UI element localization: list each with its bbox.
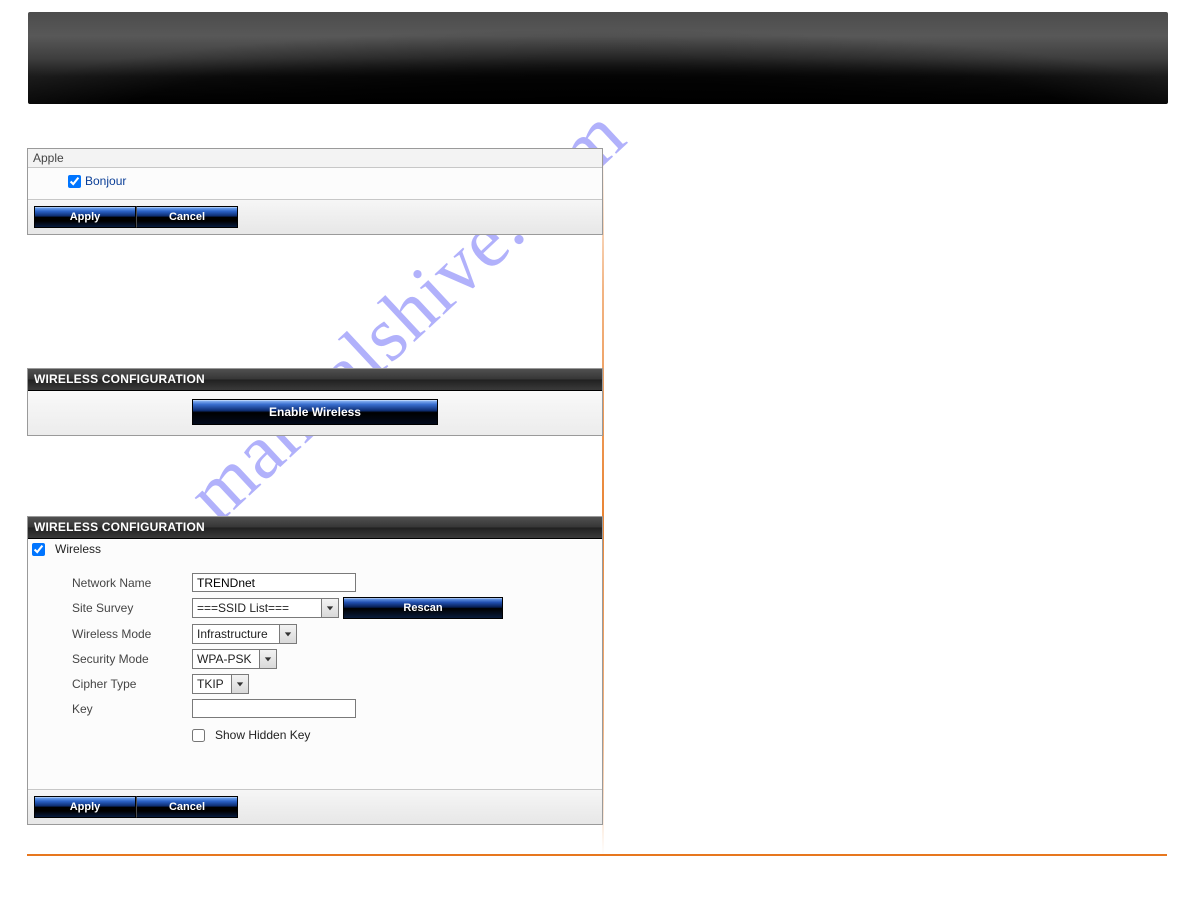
network-name-input[interactable] <box>192 573 356 592</box>
label-security-mode: Security Mode <box>36 652 192 666</box>
apply-button[interactable]: Apply <box>34 796 136 818</box>
cipher-type-select[interactable]: TKIP <box>192 674 249 694</box>
apple-button-bar: Apply Cancel <box>28 199 602 234</box>
row-site-survey: Site Survey ===SSID List=== Rescan <box>36 597 594 619</box>
apply-button[interactable]: Apply <box>34 206 136 228</box>
wireless-checkbox[interactable] <box>32 543 45 556</box>
footer-rule <box>27 854 1167 856</box>
security-mode-select[interactable]: WPA-PSK <box>192 649 277 669</box>
chevron-down-icon <box>259 650 276 668</box>
cancel-button[interactable]: Cancel <box>136 206 238 228</box>
wireless-config-header: WIRELESS CONFIGURATION <box>28 517 602 539</box>
row-cipher-type: Cipher Type TKIP <box>36 674 594 694</box>
bonjour-checkbox[interactable] <box>68 175 81 188</box>
label-network-name: Network Name <box>36 576 192 590</box>
chevron-down-icon <box>321 599 338 617</box>
wireless-mode-selected: Infrastructure <box>193 627 279 641</box>
wireless-toggle-panel: WIRELESS CONFIGURATION Enable Wireless <box>27 368 603 436</box>
wireless-mode-select[interactable]: Infrastructure <box>192 624 297 644</box>
wireless-button-bar: Apply Cancel <box>28 789 602 824</box>
rescan-button[interactable]: Rescan <box>343 597 503 619</box>
enable-wireless-button[interactable]: Enable Wireless <box>192 399 438 425</box>
wireless-toggle-body: Enable Wireless <box>28 391 602 435</box>
bonjour-checkbox-row: Bonjour <box>68 174 126 188</box>
ssid-list-selected: ===SSID List=== <box>193 601 321 615</box>
bonjour-checkbox-label: Bonjour <box>85 174 126 188</box>
top-banner <box>28 12 1168 104</box>
security-mode-selected: WPA-PSK <box>193 652 259 666</box>
wireless-checkbox-row: Wireless <box>28 539 602 562</box>
chevron-down-icon <box>279 625 296 643</box>
show-hidden-key-label: Show Hidden Key <box>215 728 310 742</box>
row-key: Key <box>36 699 594 718</box>
label-cipher-type: Cipher Type <box>36 677 192 691</box>
ssid-list-select[interactable]: ===SSID List=== <box>192 598 339 618</box>
row-show-hidden-key: Show Hidden Key <box>36 728 594 745</box>
row-security-mode: Security Mode WPA-PSK <box>36 649 594 669</box>
apple-panel-title: Apple <box>28 149 602 168</box>
wireless-config-panel: WIRELESS CONFIGURATION Wireless Network … <box>27 516 603 825</box>
cancel-button[interactable]: Cancel <box>136 796 238 818</box>
apple-panel: Apple Bonjour Apply Cancel <box>27 148 603 235</box>
show-hidden-key-checkbox[interactable] <box>192 729 205 742</box>
row-wireless-mode: Wireless Mode Infrastructure <box>36 624 594 644</box>
wireless-form: Network Name Site Survey ===SSID List===… <box>28 562 602 759</box>
key-input[interactable] <box>192 699 356 718</box>
chevron-down-icon <box>231 675 248 693</box>
label-site-survey: Site Survey <box>36 601 192 615</box>
cipher-type-selected: TKIP <box>193 677 231 691</box>
label-wireless-mode: Wireless Mode <box>36 627 192 641</box>
label-key: Key <box>36 702 192 716</box>
wireless-toggle-header: WIRELESS CONFIGURATION <box>28 369 602 391</box>
wireless-checkbox-label: Wireless <box>55 542 101 556</box>
row-network-name: Network Name <box>36 573 594 592</box>
